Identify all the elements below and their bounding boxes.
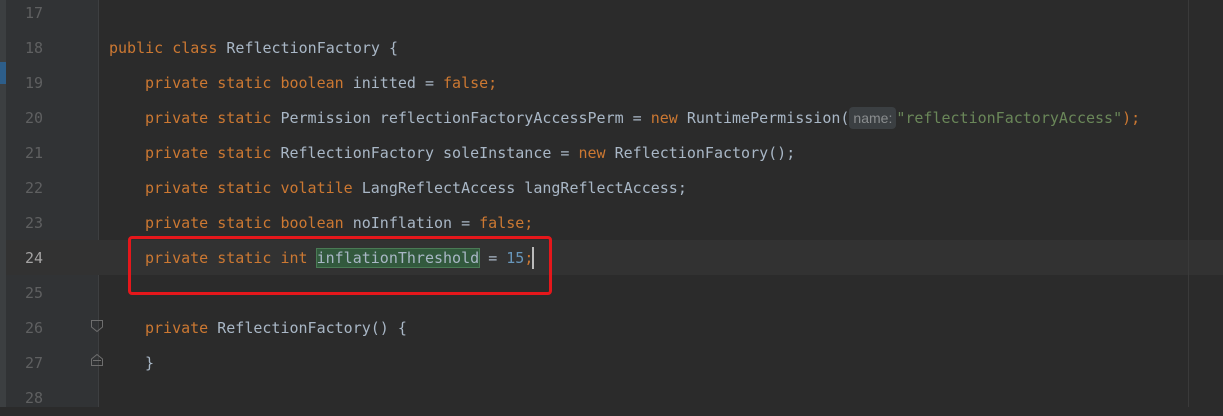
constructor-call: ReflectionFactory();: [614, 144, 796, 162]
identifier: ReflectionFactory soleInstance =: [280, 144, 570, 162]
literal: false;: [479, 214, 534, 232]
class-name: ReflectionFactory {: [226, 39, 398, 57]
line-number-25: 25: [24, 284, 43, 302]
fold-open-icon[interactable]: [90, 319, 104, 333]
line-number-21: 21: [24, 144, 43, 162]
line-number-22: 22: [24, 179, 43, 197]
line-number-17: 17: [24, 4, 43, 22]
identifier: LangReflectAccess langReflectAccess;: [361, 179, 687, 197]
keyword: private static volatile: [145, 179, 353, 197]
code-line-20[interactable]: private static Permission reflectionFact…: [145, 101, 1140, 136]
keyword-new: new: [578, 144, 606, 162]
code-line-19[interactable]: private static boolean initted = false;: [145, 66, 497, 101]
line-number-19: 19: [24, 74, 43, 92]
line-number-20: 20: [24, 109, 43, 127]
identifier: Permission reflectionFactoryAccessPerm =: [280, 109, 642, 127]
literal: false;: [443, 74, 498, 92]
line-number-23: 23: [24, 214, 43, 232]
line-number-18: 18: [24, 39, 43, 57]
constructor-call: RuntimePermission(: [686, 109, 850, 127]
gutter-divider: [98, 0, 99, 407]
line-number-27: 27: [24, 354, 43, 372]
parameter-hint: name:: [849, 107, 897, 129]
highlight-annotation-box: [128, 236, 552, 295]
string-literal: "reflectionFactoryAccess": [896, 109, 1123, 127]
code-line-21[interactable]: private static ReflectionFactory soleIns…: [145, 136, 795, 171]
constructor-declaration: ReflectionFactory() {: [217, 319, 407, 337]
keyword: private static: [145, 144, 272, 162]
line-number-26: 26: [24, 319, 43, 337]
closing-brace: }: [145, 354, 155, 372]
punctuation: );: [1122, 109, 1141, 127]
code-line-18[interactable]: public class ReflectionFactory {: [109, 31, 398, 66]
keyword: private static: [145, 109, 272, 127]
keyword: private: [145, 319, 209, 337]
code-line-26[interactable]: private ReflectionFactory() {: [145, 311, 407, 346]
line-number-28: 28: [24, 389, 43, 407]
keyword-new: new: [650, 109, 678, 127]
identifier: noInflation =: [352, 214, 471, 232]
keyword: private static boolean: [145, 214, 344, 232]
identifier: initted =: [352, 74, 434, 92]
keyword: public class: [109, 39, 218, 57]
keyword: private static boolean: [145, 74, 344, 92]
code-line-27[interactable]: }: [145, 346, 154, 381]
fold-close-icon[interactable]: [90, 353, 104, 367]
code-line-22[interactable]: private static volatile LangReflectAcces…: [145, 171, 687, 206]
line-number-24: 24: [24, 249, 43, 267]
right-margin-guide: [1188, 0, 1189, 407]
